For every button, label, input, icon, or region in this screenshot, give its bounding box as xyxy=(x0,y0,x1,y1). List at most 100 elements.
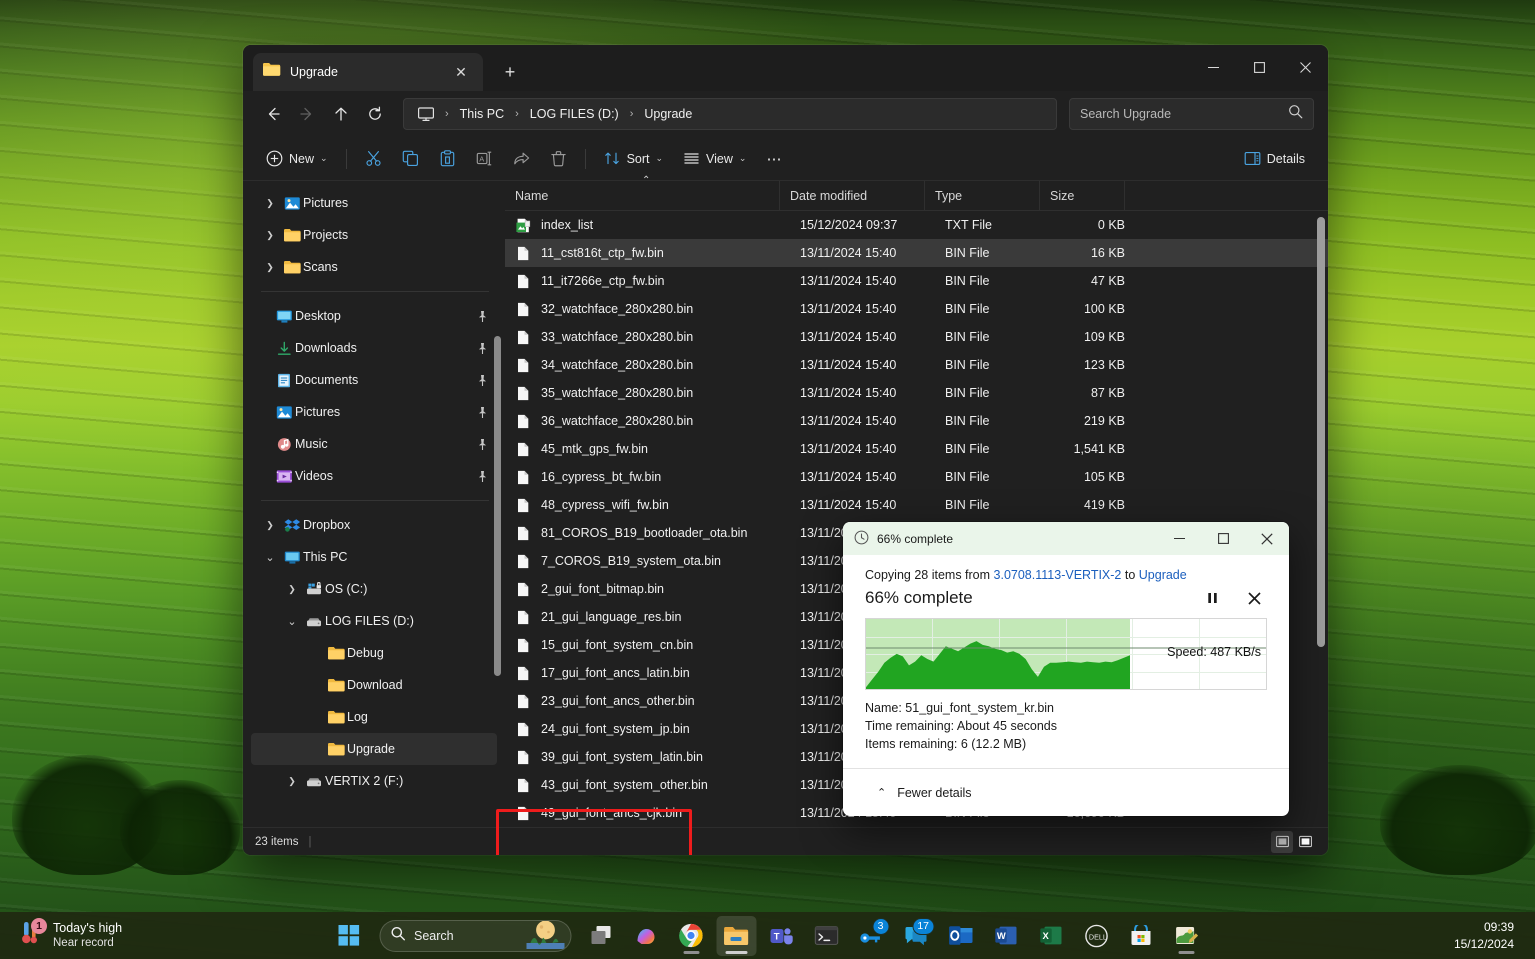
chat-icon[interactable]: 17 xyxy=(896,916,936,956)
copilot-icon[interactable] xyxy=(626,916,666,956)
table-row[interactable]: 11_it7266e_ctp_fw.bin 13/11/2024 15:40 BIN… xyxy=(505,267,1328,295)
more-options-button[interactable]: ⋯ xyxy=(757,143,791,175)
breadcrumb-item-upgrade[interactable]: Upgrade xyxy=(637,104,699,124)
table-row[interactable]: 48_cypress_wifi_fw.bin 13/11/2024 15:40 BI… xyxy=(505,491,1328,519)
new-button[interactable]: New ⌄ xyxy=(257,143,337,175)
sidebar-item-desktop[interactable]: Desktop xyxy=(251,300,497,332)
sidebar-item-vertix-2-f[interactable]: ❯ VERTIX 2 (F:) xyxy=(251,765,497,797)
sidebar-item-documents[interactable]: Documents xyxy=(251,364,497,396)
tab-close-button[interactable]: ✕ xyxy=(449,60,473,84)
windows-start-icon[interactable] xyxy=(329,916,369,956)
file-explorer-icon[interactable] xyxy=(716,915,756,956)
chevron-right-icon[interactable]: ❯ xyxy=(281,584,303,595)
taskbar-search[interactable]: Search xyxy=(379,919,571,952)
pin-icon[interactable] xyxy=(473,307,491,325)
weather-widget[interactable]: 1 Today's high Near record xyxy=(4,917,134,954)
chrome-icon[interactable] xyxy=(671,916,711,956)
sidebar-item-log-files-d[interactable]: ⌄ LOG FILES (D:) xyxy=(251,605,497,637)
list-view-icon[interactable] xyxy=(1294,831,1316,853)
sidebar-item-upgrade[interactable]: Upgrade xyxy=(251,733,497,765)
nav-scrollbar-thumb[interactable] xyxy=(494,336,501,676)
forward-button[interactable] xyxy=(291,98,323,130)
sidebar-item-os-c[interactable]: ❯ OS (C:) xyxy=(251,573,497,605)
table-row[interactable]: 32_watchface_280x280.bin 13/11/2024 15:40… xyxy=(505,295,1328,323)
sidebar-item-scans[interactable]: ❯ Scans xyxy=(251,251,497,283)
chevron-down-icon[interactable]: ⌄ xyxy=(259,551,281,564)
table-row[interactable]: 34_watchface_280x280.bin 13/11/2024 15:40… xyxy=(505,351,1328,379)
paste-button[interactable] xyxy=(430,143,465,175)
close-button[interactable] xyxy=(1282,45,1328,89)
rename-button[interactable]: A xyxy=(467,143,502,175)
minimize-button[interactable] xyxy=(1190,45,1236,89)
sidebar-item-pictures[interactable]: ❯ Pictures xyxy=(251,187,497,219)
delete-button[interactable] xyxy=(541,143,576,175)
cancel-icon[interactable] xyxy=(1241,585,1267,611)
sidebar-item-pictures[interactable]: Pictures xyxy=(251,396,497,428)
sidebar-item-log[interactable]: Log xyxy=(251,701,497,733)
column-header-date[interactable]: Date modified xyxy=(780,180,925,211)
sidebar-item-download[interactable]: Download xyxy=(251,669,497,701)
table-row[interactable]: 35_watchface_280x280.bin 13/11/2024 15:40… xyxy=(505,379,1328,407)
table-row[interactable]: 36_watchface_280x280.bin 13/11/2024 15:40… xyxy=(505,407,1328,435)
table-row[interactable]: 16_cypress_bt_fw.bin 13/11/2024 15:40 BIN … xyxy=(505,463,1328,491)
chevron-right-icon[interactable]: ❯ xyxy=(259,262,281,273)
share-button[interactable] xyxy=(504,143,539,175)
sidebar-item-projects[interactable]: ❯ Projects xyxy=(251,219,497,251)
sidebar-item-dropbox[interactable]: ❯ Dropbox xyxy=(251,509,497,541)
sidebar-item-this-pc[interactable]: ⌄ This PC xyxy=(251,541,497,573)
copy-source-link[interactable]: 3.0708.1113-VERTIX-2 xyxy=(994,568,1122,582)
up-button[interactable] xyxy=(325,98,357,130)
dialog-maximize-button[interactable] xyxy=(1201,522,1245,555)
table-row[interactable]: index_list 15/12/2024 09:37 TXT File 0 KB xyxy=(505,211,1328,239)
chevron-down-icon[interactable]: ⌄ xyxy=(281,615,303,628)
cut-button[interactable] xyxy=(356,143,391,175)
pin-icon[interactable] xyxy=(473,435,491,453)
nav-scrollbar-track[interactable] xyxy=(494,336,501,676)
copy-destination-link[interactable]: Upgrade xyxy=(1139,568,1187,582)
pin-icon[interactable] xyxy=(473,403,491,421)
table-row[interactable]: 33_watchface_280x280.bin 13/11/2024 15:40… xyxy=(505,323,1328,351)
task-view-icon[interactable] xyxy=(581,916,621,956)
view-button[interactable]: View ⌄ xyxy=(674,143,755,175)
sidebar-item-debug[interactable]: Debug xyxy=(251,637,497,669)
new-tab-button[interactable]: + xyxy=(495,57,525,87)
refresh-button[interactable] xyxy=(359,98,391,130)
dell-icon[interactable]: DELL xyxy=(1076,916,1116,956)
column-header-size[interactable]: Size xyxy=(1040,180,1125,211)
key-icon[interactable]: 3 xyxy=(851,916,891,956)
dialog-minimize-button[interactable] xyxy=(1157,522,1201,555)
dialog-close-button[interactable] xyxy=(1245,522,1289,555)
fewer-details-button[interactable]: ⌃ Fewer details xyxy=(869,781,980,805)
sidebar-item-videos[interactable]: Videos xyxy=(251,460,497,492)
table-row[interactable]: 11_cst816t_ctp_fw.bin 13/11/2024 15:40 BIN… xyxy=(505,239,1328,267)
terminal-icon[interactable] xyxy=(806,916,846,956)
chevron-right-icon[interactable]: ❯ xyxy=(259,520,281,531)
copy-button[interactable] xyxy=(393,143,428,175)
word-icon[interactable]: W xyxy=(986,916,1026,956)
back-button[interactable] xyxy=(257,98,289,130)
details-view-icon[interactable] xyxy=(1271,830,1293,853)
list-scrollbar-thumb[interactable] xyxy=(1317,217,1325,647)
search-input[interactable] xyxy=(1080,107,1280,121)
pause-icon[interactable] xyxy=(1199,585,1225,611)
sidebar-item-music[interactable]: Music xyxy=(251,428,497,460)
chevron-right-icon[interactable]: ❯ xyxy=(281,776,303,787)
breadcrumb-pc-icon[interactable] xyxy=(414,104,441,125)
pin-icon[interactable] xyxy=(473,467,491,485)
pin-icon[interactable] xyxy=(473,371,491,389)
chevron-right-icon[interactable]: ❯ xyxy=(259,198,281,209)
excel-icon[interactable]: X xyxy=(1031,916,1071,956)
breadcrumb-item-log-files[interactable]: LOG FILES (D:) xyxy=(523,104,626,124)
chevron-right-icon[interactable]: ❯ xyxy=(259,230,281,241)
column-header-name[interactable]: ⌃ Name xyxy=(505,175,780,211)
taskbar-clock[interactable]: 09:39 15/12/2024 xyxy=(1447,916,1521,954)
search-box[interactable] xyxy=(1069,98,1314,130)
maximize-button[interactable] xyxy=(1236,45,1282,89)
details-pane-button[interactable]: Details xyxy=(1235,143,1314,175)
paint-icon[interactable] xyxy=(1166,916,1206,956)
breadcrumb-item-this-pc[interactable]: This PC xyxy=(453,104,511,124)
list-scrollbar-track[interactable] xyxy=(1317,211,1325,827)
table-row[interactable]: 45_mtk_gps_fw.bin 13/11/2024 15:40 BIN Fil… xyxy=(505,435,1328,463)
sidebar-item-downloads[interactable]: Downloads xyxy=(251,332,497,364)
outlook-icon[interactable] xyxy=(941,916,981,956)
